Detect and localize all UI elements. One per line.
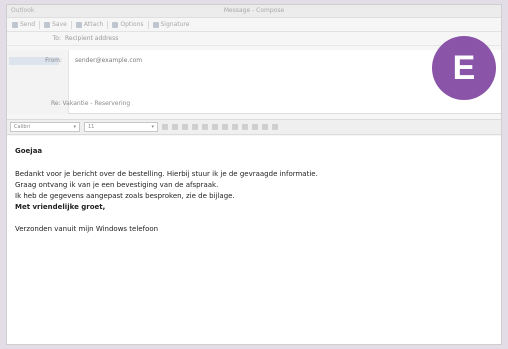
- toolbar-divider: [107, 20, 109, 29]
- options-label: Options: [120, 21, 144, 28]
- from-label: From:: [45, 57, 62, 64]
- avatar: E: [432, 36, 496, 100]
- body-line: Graag ontvang ik van je een bevestiging …: [15, 181, 219, 189]
- from-value: sender@example.com: [75, 57, 143, 64]
- signature-label: Signature: [160, 21, 190, 28]
- size-select[interactable]: 11 ▾: [84, 122, 158, 132]
- attach-label: Attach: [83, 21, 104, 28]
- align-center-icon[interactable]: [212, 124, 218, 130]
- indent-icon[interactable]: [252, 124, 258, 130]
- toolbar-divider: [70, 20, 72, 29]
- signature-icon: [152, 21, 159, 28]
- numbered-list-icon[interactable]: [242, 124, 248, 130]
- save-label: Save: [52, 21, 67, 28]
- save-button[interactable]: Save: [44, 21, 67, 28]
- to-label: To:: [52, 35, 61, 42]
- closing-line: Verzonden vanuit mijn Windows telefoon: [15, 225, 159, 233]
- toolbar: Send Save Attach Options Signature: [7, 18, 501, 32]
- toolbar-divider: [147, 20, 149, 29]
- body-line: Met vriendelijke groet,: [15, 203, 106, 211]
- font-value: Calibri: [14, 124, 30, 130]
- size-value: 11: [88, 124, 95, 130]
- body-line: Ik heb de gegevens aangepast zoals bespr…: [15, 192, 235, 200]
- underline-icon[interactable]: [182, 124, 188, 130]
- attach-button[interactable]: Attach: [75, 21, 104, 28]
- options-button[interactable]: Options: [112, 21, 144, 28]
- align-right-icon[interactable]: [222, 124, 228, 130]
- mail-window: Outlook Message - Compose Send Save Atta…: [6, 4, 502, 345]
- message-body[interactable]: Goejaa Bedankt voor je bericht over de b…: [7, 136, 501, 344]
- bold-icon[interactable]: [162, 124, 168, 130]
- save-icon: [44, 21, 51, 28]
- to-field[interactable]: Recipient address: [65, 35, 118, 42]
- signature-button[interactable]: Signature: [152, 21, 190, 28]
- image-icon[interactable]: [272, 124, 278, 130]
- gear-icon: [112, 21, 119, 28]
- chevron-down-icon: ▾: [73, 124, 76, 130]
- paperclip-icon: [75, 21, 82, 28]
- to-row: To: Recipient address: [7, 32, 501, 46]
- header-editor[interactable]: From: sender@example.com Re: Vakantie - …: [7, 50, 501, 114]
- toolbar-divider: [39, 20, 41, 29]
- subject-value: Re: Vakantie - Reservering: [51, 100, 131, 107]
- send-icon: [12, 21, 18, 28]
- send-button[interactable]: Send: [12, 21, 35, 28]
- align-left-icon[interactable]: [202, 124, 208, 130]
- window-title: Message - Compose: [223, 7, 285, 14]
- italic-icon[interactable]: [172, 124, 178, 130]
- font-select[interactable]: Calibri ▾: [10, 122, 80, 132]
- chevron-down-icon: ▾: [151, 124, 154, 130]
- text-color-icon[interactable]: [192, 124, 198, 130]
- send-label: Send: [20, 21, 36, 28]
- link-icon[interactable]: [262, 124, 268, 130]
- format-toolbar: Calibri ▾ 11 ▾: [7, 119, 501, 135]
- body-line: Bedankt voor je bericht over de bestelli…: [15, 170, 318, 178]
- greeting: Goejaa: [15, 147, 43, 155]
- bullet-list-icon[interactable]: [232, 124, 238, 130]
- title-bar: Outlook Message - Compose: [7, 5, 501, 18]
